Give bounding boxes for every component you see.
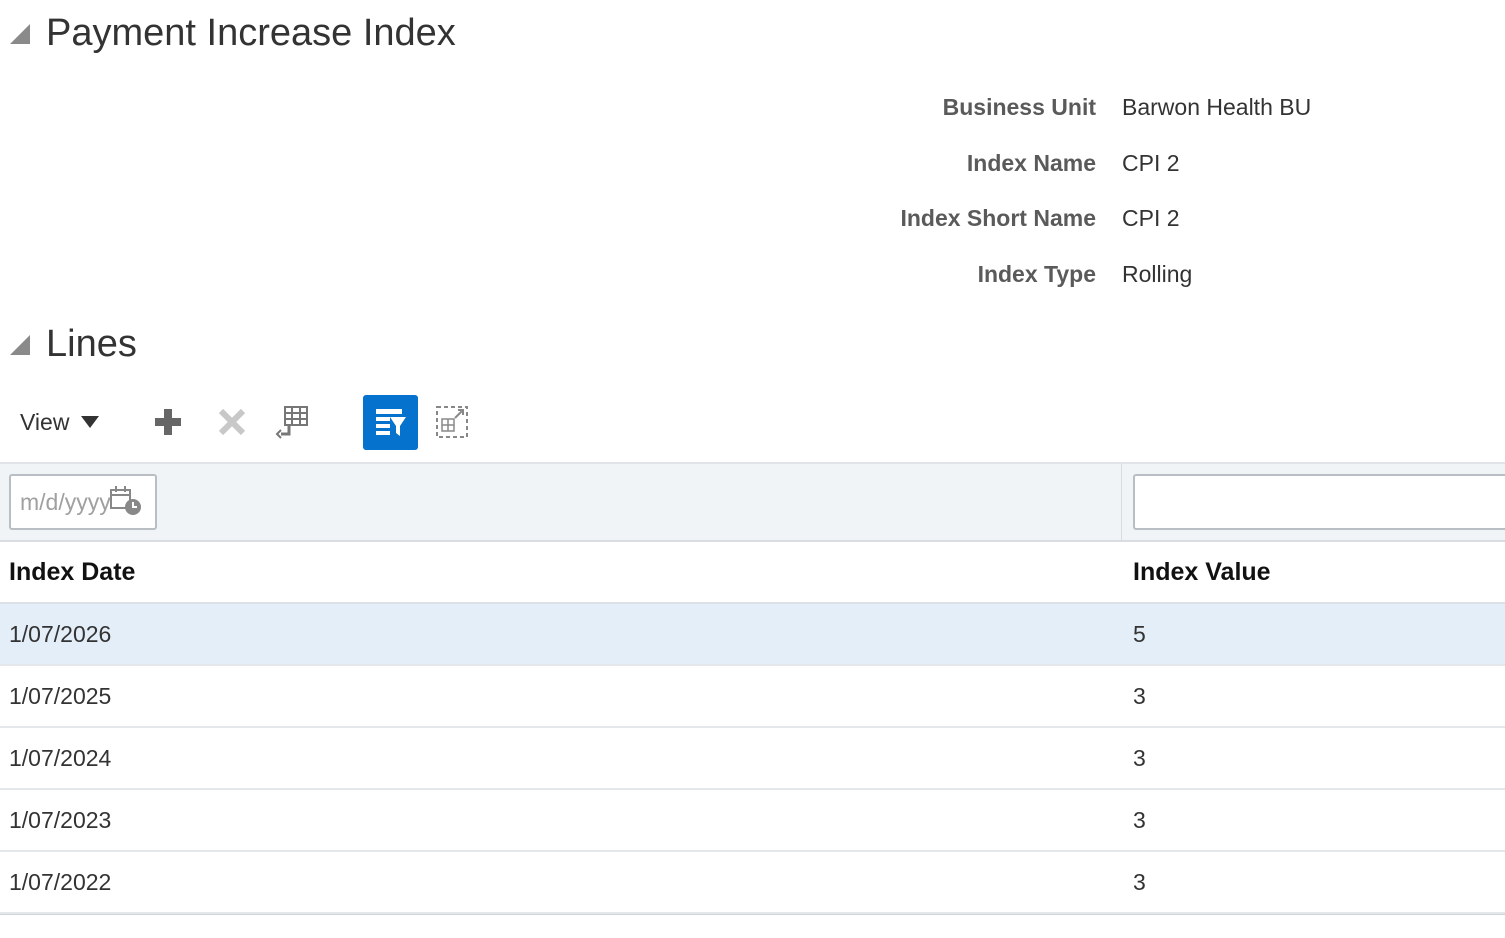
calendar-icon[interactable]: [109, 485, 143, 517]
form-row-index-type: Index Type Rolling: [880, 247, 1311, 303]
table-row[interactable]: 1/07/2025 3: [0, 666, 1505, 728]
column-header-index-value[interactable]: Index Value: [1122, 558, 1271, 587]
index-date-cell: 1/07/2025: [9, 682, 112, 709]
add-icon: [155, 409, 181, 435]
index-date-cell: 1/07/2024: [9, 744, 112, 771]
table-row[interactable]: 1/07/2026 5: [0, 604, 1505, 666]
index-short-name-label: Index Short Name: [900, 205, 1096, 232]
index-value-cell: 3: [1133, 682, 1146, 709]
delete-icon: [218, 408, 246, 436]
lines-table: Index Date Index Value 1/07/2026 5 1/07/…: [0, 462, 1505, 915]
index-date-filter-input[interactable]: [20, 488, 110, 516]
table-bottom-border: [0, 914, 1505, 915]
index-value-cell: 3: [1133, 806, 1146, 833]
index-date-filter[interactable]: [9, 474, 157, 530]
freeze-button[interactable]: [273, 402, 313, 442]
index-date-cell: 1/07/2026: [9, 620, 112, 647]
business-unit-value: Barwon Health BU: [1122, 94, 1312, 121]
query-by-example-icon: [375, 408, 406, 436]
business-unit-label: Business Unit: [942, 94, 1096, 121]
index-date-cell: 1/07/2022: [9, 868, 112, 895]
index-value-filter[interactable]: [1133, 474, 1505, 530]
index-type-value: Rolling: [1122, 260, 1193, 287]
column-divider: [1121, 464, 1122, 540]
detach-icon: [436, 406, 468, 438]
collapse-icon[interactable]: [10, 23, 30, 44]
form-row-business-unit: Business Unit Barwon Health BU: [880, 80, 1312, 136]
dropdown-arrow-icon: [81, 416, 100, 428]
index-details-form: Business Unit Barwon Health BU Index Nam…: [880, 80, 1311, 302]
freeze-icon: [275, 406, 308, 439]
section-title: Payment Increase Index: [46, 12, 456, 54]
section-title: Lines: [46, 323, 137, 365]
index-date-cell: 1/07/2023: [9, 806, 112, 833]
lines-toolbar: View: [0, 392, 520, 452]
index-name-label: Index Name: [966, 149, 1096, 176]
view-menu[interactable]: View: [20, 404, 100, 440]
lines-header: Lines: [10, 323, 137, 366]
form-row-index-name: Index Name CPI 2: [880, 136, 1311, 192]
form-row-index-short-name: Index Short Name CPI 2: [880, 191, 1311, 247]
view-label: View: [20, 408, 70, 435]
table-row[interactable]: 1/07/2022 3: [0, 852, 1505, 914]
index-type-label: Index Type: [977, 260, 1096, 287]
index-value-cell: 5: [1133, 620, 1146, 647]
delete-row-button[interactable]: [212, 402, 252, 442]
add-row-button[interactable]: [148, 402, 188, 442]
query-by-example-button[interactable]: [363, 395, 418, 450]
collapse-icon[interactable]: [10, 334, 30, 355]
table-row[interactable]: 1/07/2024 3: [0, 728, 1505, 790]
column-header-row: Index Date Index Value: [0, 542, 1505, 604]
payment-increase-index-header: Payment Increase Index: [10, 12, 456, 55]
index-name-value: CPI 2: [1122, 149, 1180, 176]
index-value-cell: 3: [1133, 744, 1146, 771]
filter-row: [0, 462, 1505, 542]
index-value-cell: 3: [1133, 868, 1146, 895]
column-header-index-date[interactable]: Index Date: [0, 558, 1122, 587]
index-short-name-value: CPI 2: [1122, 205, 1180, 232]
table-row[interactable]: 1/07/2023 3: [0, 790, 1505, 852]
detach-button[interactable]: [432, 402, 472, 442]
